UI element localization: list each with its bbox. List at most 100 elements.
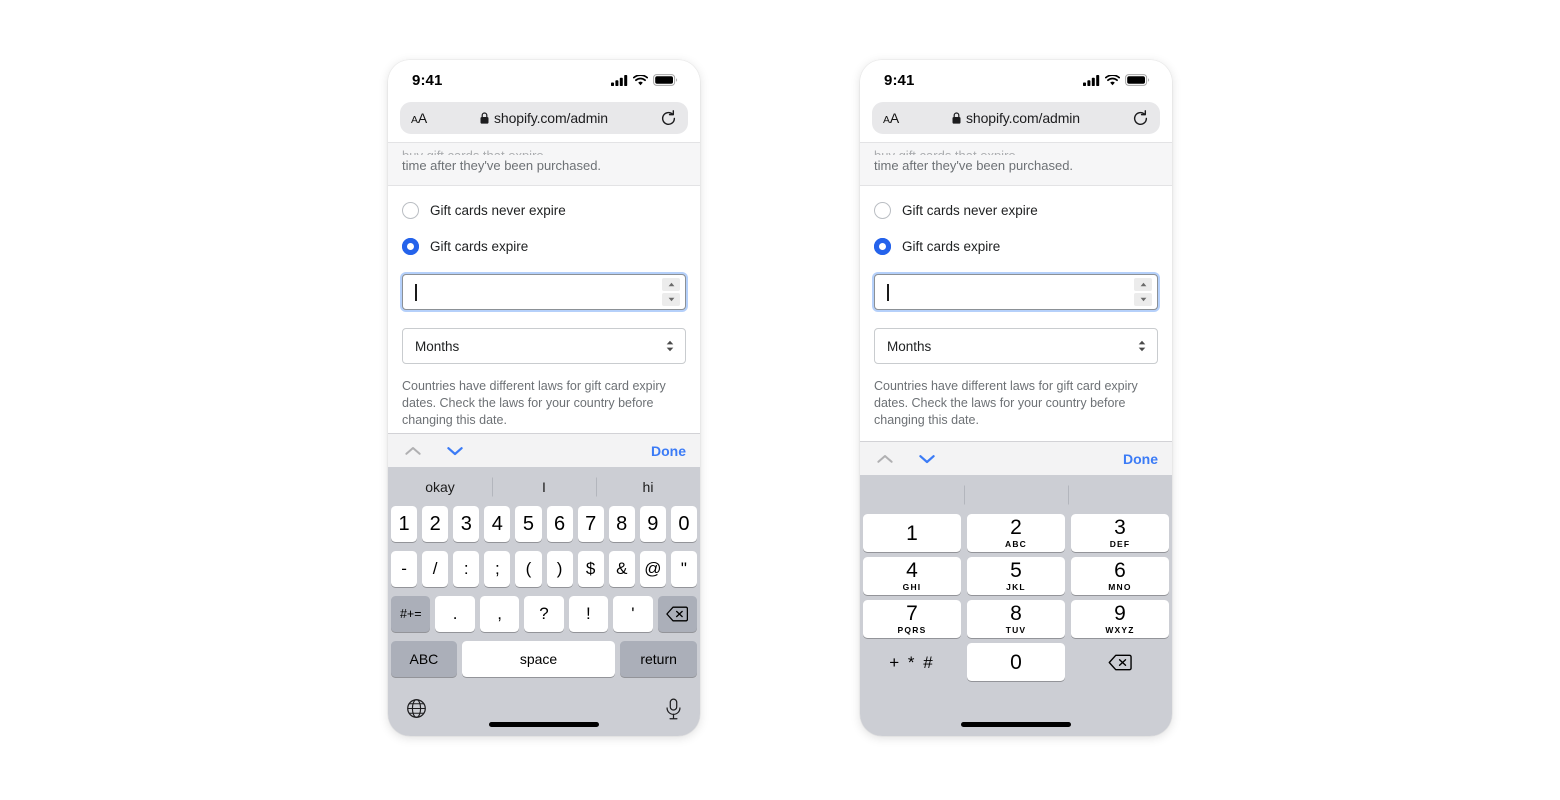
reload-button[interactable] <box>1132 109 1149 127</box>
suggestion-item[interactable] <box>964 475 1068 514</box>
key-8[interactable]: 8 <box>608 506 635 542</box>
key-0[interactable]: 0 <box>670 506 697 542</box>
key-dollar[interactable]: $ <box>577 551 604 587</box>
expiry-unit-select[interactable]: Months <box>874 328 1158 364</box>
key-2[interactable]: 2 <box>422 506 449 542</box>
expiry-duration-input[interactable] <box>874 274 1158 310</box>
key-paren-close[interactable]: ) <box>546 551 573 587</box>
key-return[interactable]: return <box>620 641 697 677</box>
clipped-text-line: time after they've been purchased. <box>874 158 1074 173</box>
battery-icon <box>1125 74 1150 86</box>
phone-left-symbol-keyboard: 9:4 1 AA shopify.com/admin time after the… <box>388 60 700 736</box>
reload-button[interactable] <box>660 109 677 127</box>
key-colon[interactable]: : <box>453 551 480 587</box>
text-size-aa-button[interactable]: AA <box>411 110 427 126</box>
radio-expire-icon-selected[interactable] <box>874 238 891 255</box>
radio-option-expire[interactable]: Gift cards expire <box>874 238 1158 255</box>
suggestion-item[interactable]: okay <box>388 479 492 495</box>
stepper-decrement-button[interactable] <box>1134 293 1152 306</box>
numkey-0[interactable]: 0 <box>967 643 1065 681</box>
numkey-digit: 4 <box>906 559 918 583</box>
key-abc-switch[interactable]: ABC <box>391 641 457 677</box>
key-space[interactable]: space <box>461 641 616 677</box>
suggestion-item[interactable]: hi <box>596 479 700 495</box>
numkey-symbols[interactable]: + * # <box>863 643 961 681</box>
numkey-letters: JKL <box>1006 582 1026 593</box>
key-9[interactable]: 9 <box>639 506 666 542</box>
expiry-helper-text: Countries have different laws for gift c… <box>402 379 666 427</box>
keyboard-accessory-toolbar: Done <box>388 433 700 467</box>
browser-url-bar[interactable]: AA shopify.com/admin <box>872 102 1160 134</box>
key-slash[interactable]: / <box>422 551 449 587</box>
numkey-5[interactable]: 5 JKL <box>967 557 1065 595</box>
numkey-1[interactable]: 1 <box>863 514 961 552</box>
expiry-duration-input[interactable] <box>402 274 686 310</box>
key-comma[interactable]: , <box>479 596 520 632</box>
suggestion-item[interactable]: I <box>492 479 596 495</box>
globe-icon <box>407 699 426 718</box>
key-question[interactable]: ? <box>524 596 564 632</box>
text-size-aa-button[interactable]: AA <box>883 110 899 126</box>
stepper-increment-button[interactable] <box>662 278 680 291</box>
form-previous-field-button[interactable] <box>874 454 896 464</box>
form-next-field-button[interactable] <box>444 446 466 456</box>
key-backspace[interactable] <box>657 596 697 632</box>
keyboard-row-bottom: ABC space return <box>388 641 700 686</box>
key-at[interactable]: @ <box>639 551 666 587</box>
wifi-icon <box>1105 74 1120 85</box>
key-ampersand[interactable]: & <box>608 551 635 587</box>
numkey-digit: 5 <box>1010 559 1022 583</box>
suggestion-item[interactable] <box>860 475 964 514</box>
url-text: shopify.com/admin <box>966 110 1080 126</box>
browser-url-bar[interactable]: AA shopify.com/admin <box>400 102 688 134</box>
numkey-8[interactable]: 8 TUV <box>967 600 1065 638</box>
radio-never-expire-icon[interactable] <box>874 202 891 219</box>
form-previous-field-button[interactable] <box>402 446 424 456</box>
radio-option-never-expire[interactable]: Gift cards never expire <box>874 202 1158 219</box>
key-semicolon[interactable]: ; <box>484 551 511 587</box>
key-apostrophe[interactable]: ' <box>613 596 653 632</box>
key-3[interactable]: 3 <box>453 506 480 542</box>
numkey-3[interactable]: 3 DEF <box>1071 514 1169 552</box>
stepper-increment-button[interactable] <box>1134 278 1152 291</box>
numkey-9[interactable]: 9 WXYZ <box>1071 600 1169 638</box>
keyboard-done-button[interactable]: Done <box>1123 451 1158 467</box>
numkey-letters: PQRS <box>897 625 927 636</box>
expiry-unit-select[interactable]: Months <box>402 328 686 364</box>
key-more-symbols[interactable]: #+= <box>391 596 431 632</box>
key-paren-open[interactable]: ( <box>515 551 542 587</box>
numkey-digit: 8 <box>1010 602 1022 626</box>
key-quote[interactable]: " <box>670 551 697 587</box>
keyboard-row-numbers: 1 2 3 4 5 6 7 8 9 0 <box>388 506 700 551</box>
globe-language-button[interactable] <box>406 698 427 724</box>
number-stepper[interactable] <box>662 278 680 306</box>
key-hyphen[interactable]: - <box>391 551 418 587</box>
suggestion-item[interactable] <box>1068 475 1172 514</box>
key-4[interactable]: 4 <box>484 506 511 542</box>
backspace-icon <box>666 606 689 622</box>
number-stepper[interactable] <box>1134 278 1152 306</box>
radio-option-expire[interactable]: Gift cards expire <box>402 238 686 255</box>
numkey-7[interactable]: 7 PQRS <box>863 600 961 638</box>
stepper-decrement-button[interactable] <box>662 293 680 306</box>
numpad-grid: 1 2 ABC 3 DEF 4 GHI 5 JKL 6 MNO 7 PQRS 8… <box>860 514 1172 686</box>
numkey-6[interactable]: 6 MNO <box>1071 557 1169 595</box>
key-7[interactable]: 7 <box>577 506 604 542</box>
numkey-4[interactable]: 4 GHI <box>863 557 961 595</box>
dictation-button[interactable] <box>665 697 682 725</box>
key-period[interactable]: . <box>435 596 475 632</box>
key-1[interactable]: 1 <box>391 506 418 542</box>
radio-never-expire-icon[interactable] <box>402 202 419 219</box>
expiry-unit-value: Months <box>415 338 460 354</box>
keyboard-done-button[interactable]: Done <box>651 443 686 459</box>
key-6[interactable]: 6 <box>546 506 573 542</box>
numkey-backspace[interactable] <box>1071 643 1169 681</box>
numkey-2[interactable]: 2 ABC <box>967 514 1065 552</box>
radio-expire-icon-selected[interactable] <box>402 238 419 255</box>
key-exclamation[interactable]: ! <box>568 596 609 632</box>
numpad-row: 1 2 ABC 3 DEF <box>863 514 1169 557</box>
key-5[interactable]: 5 <box>515 506 542 542</box>
radio-option-never-expire[interactable]: Gift cards never expire <box>402 202 686 219</box>
form-next-field-button[interactable] <box>916 454 938 464</box>
cell-signal-icon <box>1083 74 1100 86</box>
